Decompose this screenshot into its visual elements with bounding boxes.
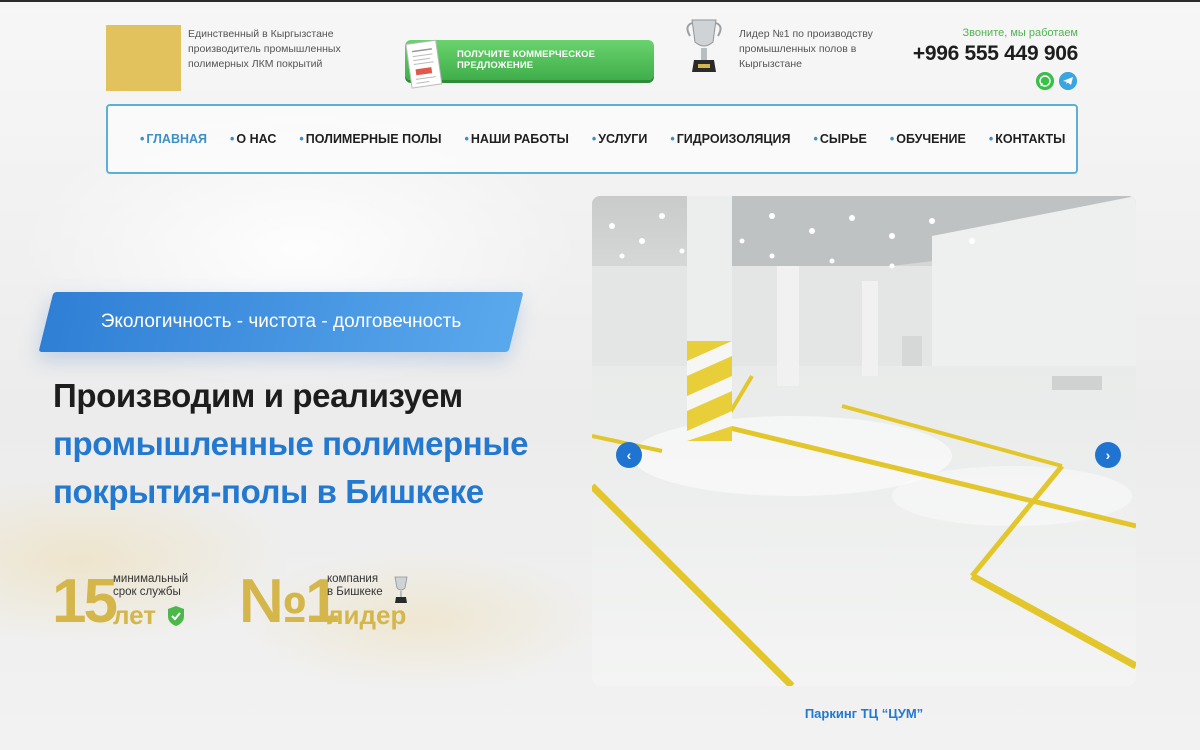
- headline-line-1: Производим и реализуем: [53, 377, 463, 414]
- nav-label-services: Услуги: [598, 132, 648, 146]
- commercial-offer-label: Получите коммерческое предложение: [457, 49, 596, 71]
- stat-years-label-line1: минимальный: [113, 573, 189, 585]
- nav-label-our-works: Наши работы: [470, 132, 569, 146]
- nav-item-our-works[interactable]: • Наши работы: [465, 132, 569, 146]
- stat-leader-label-line2: в Бишкеке: [327, 586, 383, 598]
- nav-label-training: Обучение: [896, 132, 966, 146]
- trophy-icon: [686, 19, 722, 72]
- nav-label-about: О нас: [236, 132, 277, 146]
- telegram-icon[interactable]: [1059, 72, 1077, 90]
- nav-item-contacts[interactable]: • Контакты: [989, 132, 1065, 146]
- nav-item-services[interactable]: • Услуги: [592, 132, 648, 146]
- stat-leader-label-line1: компания: [327, 573, 379, 585]
- nav-item-training[interactable]: • Обучение: [890, 132, 966, 146]
- headline-line-3: покрытия-полы в Бишкеке: [53, 473, 484, 510]
- nav-label-contacts: Контакты: [995, 132, 1066, 146]
- call-label: Звоните, мы работаем: [962, 27, 1079, 39]
- slider-next-button[interactable]: ›: [1095, 442, 1121, 468]
- stat-leader-label: компания в Бишкеке: [327, 573, 383, 599]
- nav-label-polymer-floors: Полимерные полы: [305, 132, 442, 146]
- nav-item-waterproofing[interactable]: • Гидроизоляция: [670, 132, 790, 146]
- slider-prev-button[interactable]: ‹: [616, 442, 642, 468]
- nav-item-raw-materials[interactable]: • Сырье: [814, 132, 867, 146]
- company-logo[interactable]: [106, 25, 181, 91]
- nav-label-home: Главная: [146, 132, 208, 146]
- stat-leader-number: №1: [239, 567, 340, 636]
- headline-line-2: промышленные полимерные: [53, 425, 529, 462]
- stat-years-unit: лет: [113, 600, 157, 630]
- slide-caption: Паркинг ТЦ “ЦУМ”: [804, 706, 924, 721]
- nav-label-raw-materials: Сырье: [819, 132, 867, 146]
- nav-item-polymer-floors[interactable]: • Полимерные полы: [299, 132, 441, 146]
- shield-check-icon: [168, 606, 184, 626]
- leader-description: Лидер №1 по производству промышленных по…: [739, 28, 873, 70]
- chevron-right-icon: ›: [1105, 447, 1111, 463]
- hero-headline: Производим и реализуем промышленные поли…: [53, 372, 573, 516]
- stat-years-label: минимальный срок службы: [113, 573, 188, 599]
- nav-item-home[interactable]: • Главная: [140, 132, 207, 146]
- whatsapp-icon[interactable]: [1036, 72, 1054, 90]
- small-trophy-icon: [394, 576, 408, 603]
- image-slider[interactable]: ‹ ›: [592, 196, 1136, 686]
- phone-number[interactable]: +996 555 449 906: [913, 42, 1078, 66]
- chevron-left-icon: ‹: [626, 447, 632, 463]
- nav-item-about[interactable]: • О нас: [230, 132, 276, 146]
- document-icon: [405, 39, 443, 89]
- nav-label-waterproofing: Гидроизоляция: [676, 132, 791, 146]
- main-navigation: • Главная • О нас • Полимерные полы • Наши р…: [106, 104, 1078, 174]
- stat-years-label-line2: срок службы: [113, 586, 181, 598]
- top-border: [0, 0, 1200, 2]
- company-tagline: Единственный в Кыргызстане производитель…: [188, 28, 341, 70]
- slogan-text: Экологичность - чистота - долговечность: [100, 311, 462, 332]
- stat-years-number: 15: [52, 567, 118, 636]
- parking-photo: [592, 196, 1136, 686]
